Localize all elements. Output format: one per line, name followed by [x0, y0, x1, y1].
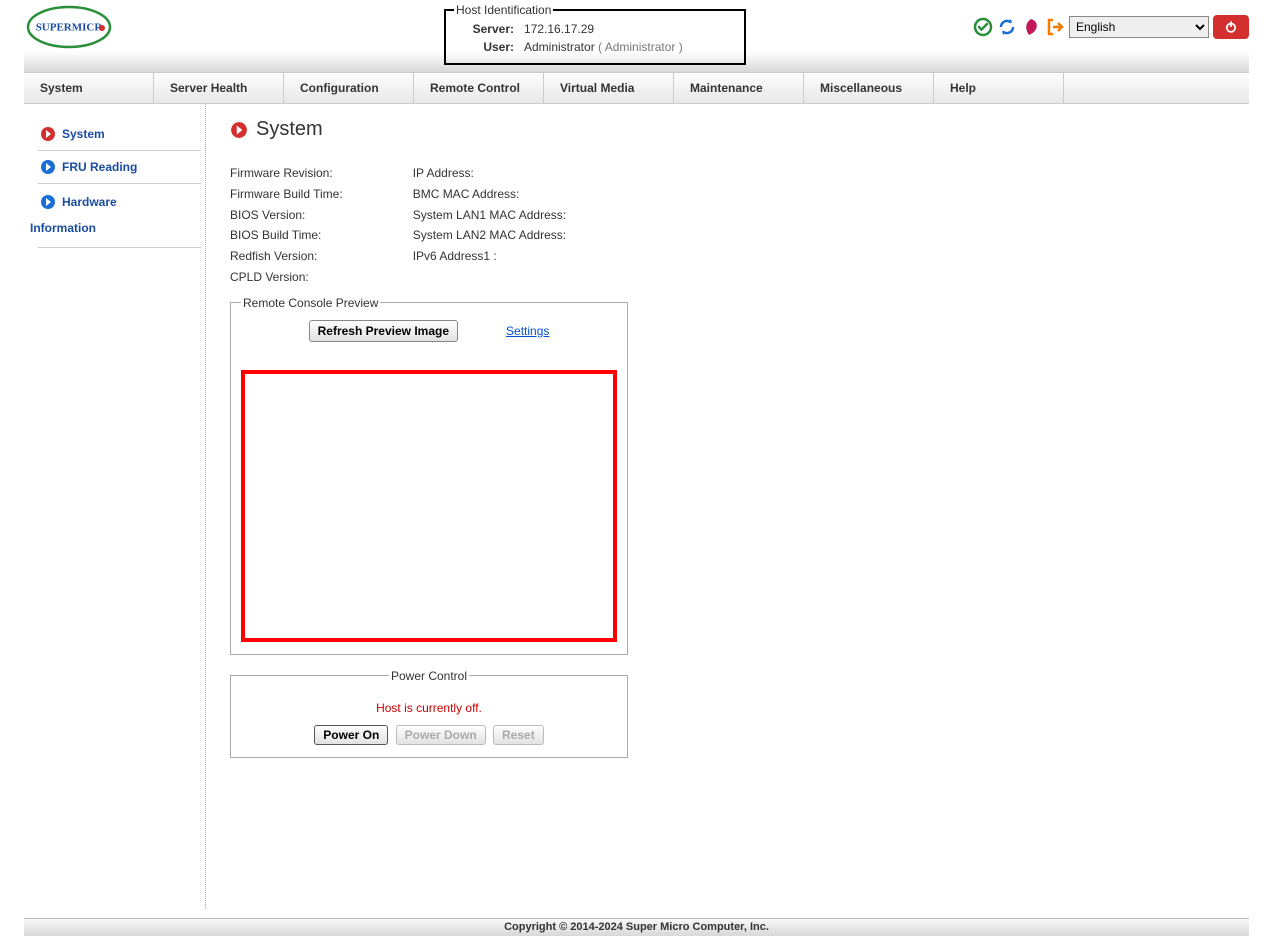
info-label: BMC MAC Address: [413, 184, 566, 205]
info-label: CPLD Version: [230, 267, 343, 288]
status-ok-icon[interactable] [973, 17, 993, 37]
info-label: IP Address: [413, 163, 566, 184]
menu-remote-control[interactable]: Remote Control [414, 73, 544, 103]
info-label: System LAN2 MAC Address: [413, 225, 566, 246]
page-title: System [230, 118, 1249, 141]
server-value: 172.16.17.29 [520, 21, 687, 37]
console-preview-area[interactable] [241, 370, 617, 642]
menu-server-health[interactable]: Server Health [154, 73, 284, 103]
user-label: User: [456, 39, 518, 55]
sidebar-item-system[interactable]: System [38, 118, 201, 151]
sidebar-item-label: FRU Reading [62, 160, 137, 174]
reset-button: Reset [493, 725, 544, 745]
sidebar-item-label: System [62, 127, 105, 141]
info-label: Firmware Revision: [230, 163, 343, 184]
arrow-right-icon [40, 126, 56, 142]
footer: Copyright © 2014-2024 Super Micro Comput… [24, 918, 1249, 936]
refresh-preview-button[interactable]: Refresh Preview Image [309, 320, 458, 342]
user-role: ( Administrator ) [598, 40, 683, 54]
arrow-right-icon [40, 194, 56, 210]
menu-help[interactable]: Help [934, 73, 1064, 103]
footer-text: Copyright © 2014-2024 Super Micro Comput… [504, 921, 769, 933]
sidebar-item-hardware-information[interactable]: Hardware Information [38, 184, 201, 248]
sidebar-item-label: Hardware [62, 192, 117, 212]
logout-icon[interactable] [1045, 17, 1065, 37]
info-label: BIOS Version: [230, 205, 343, 226]
refresh-icon[interactable] [997, 17, 1017, 37]
user-value: Administrator [524, 40, 595, 54]
page-title-text: System [256, 118, 323, 141]
power-control-box: Power Control Host is currently off. Pow… [230, 669, 628, 758]
info-label: System LAN1 MAC Address: [413, 205, 566, 226]
sidebar: System FRU Reading Hardware Information [24, 104, 206, 909]
remote-console-preview-box: Remote Console Preview Refresh Preview I… [230, 296, 628, 655]
content: System Firmware Revision: Firmware Build… [206, 104, 1249, 909]
host-status-text: Host is currently off. [241, 701, 617, 715]
power-down-button: Power Down [396, 725, 486, 745]
info-label: Firmware Build Time: [230, 184, 343, 205]
info-label: Redfish Version: [230, 246, 343, 267]
system-info: Firmware Revision: Firmware Build Time: … [230, 163, 1249, 288]
menu-maintenance[interactable]: Maintenance [674, 73, 804, 103]
sidebar-item-fru-reading[interactable]: FRU Reading [38, 151, 201, 184]
header-power-button[interactable] [1213, 15, 1249, 39]
menu-system[interactable]: System [24, 73, 154, 103]
sidebar-item-label-line2: Information [30, 218, 189, 238]
info-label: BIOS Build Time: [230, 225, 343, 246]
arrow-right-icon [40, 159, 56, 175]
menu-miscellaneous[interactable]: Miscellaneous [804, 73, 934, 103]
eco-icon[interactable] [1021, 17, 1041, 37]
host-id-legend: Host Identification [454, 3, 553, 17]
info-col-left: Firmware Revision: Firmware Build Time: … [230, 163, 343, 288]
info-label: IPv6 Address1 : [413, 246, 566, 267]
header-actions: English [973, 15, 1249, 39]
menu-virtual-media[interactable]: Virtual Media [544, 73, 674, 103]
logo[interactable]: SUPERMICR [24, 3, 114, 53]
language-select[interactable]: English [1069, 16, 1209, 38]
header: SUPERMICR Host Identification Server: 17… [24, 0, 1249, 52]
menu-configuration[interactable]: Configuration [284, 73, 414, 103]
power-on-button[interactable]: Power On [314, 725, 388, 745]
svg-text:SUPERMICR: SUPERMICR [36, 22, 104, 34]
host-identification-box: Host Identification Server: 172.16.17.29… [444, 3, 746, 65]
console-settings-link[interactable]: Settings [506, 324, 549, 338]
console-legend: Remote Console Preview [241, 296, 380, 310]
power-legend: Power Control [389, 669, 469, 683]
main-menu: System Server Health Configuration Remot… [24, 72, 1249, 104]
arrow-right-icon [230, 121, 248, 139]
server-label: Server: [456, 21, 518, 37]
info-col-right: IP Address: BMC MAC Address: System LAN1… [413, 163, 566, 288]
